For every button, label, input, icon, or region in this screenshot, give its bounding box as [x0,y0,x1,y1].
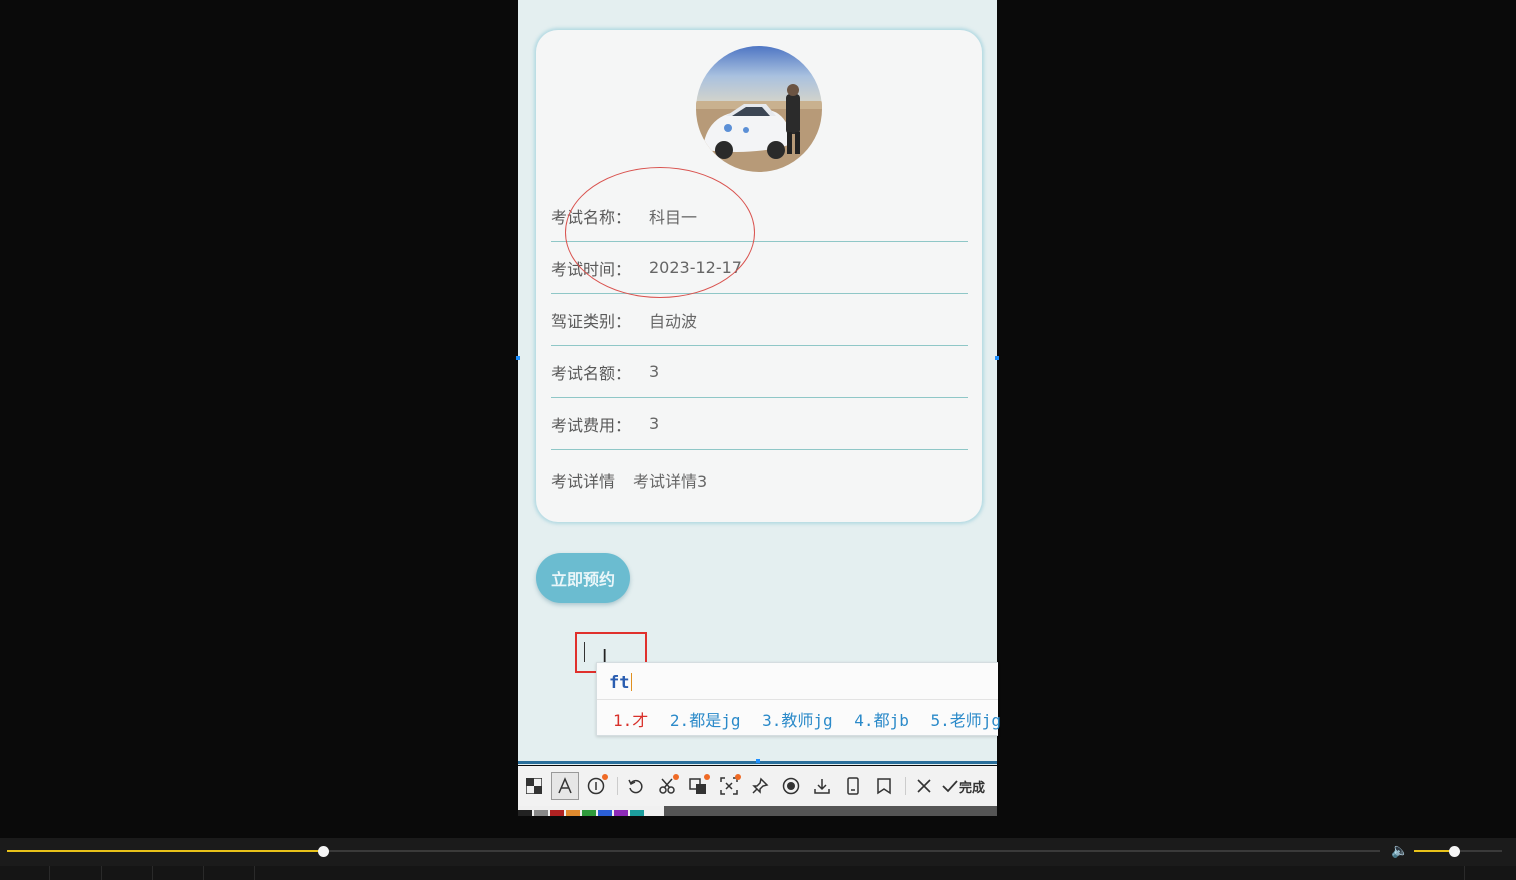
book-now-button[interactable]: 立即预约 [536,553,630,603]
resize-handle[interactable] [995,356,999,360]
color-palette[interactable] [518,806,664,816]
ime-candidate[interactable]: 4.都jb [854,711,909,730]
ime-candidate-list: 1.才 2.都是jg 3.教师jg 4.都jb 5.老师jg [613,707,1013,731]
info-label: 考试详情 [551,472,616,491]
screenshot-icon[interactable] [715,772,743,800]
volume-icon[interactable]: 🔈 [1391,843,1408,859]
player-bottom-strip [0,866,1516,880]
info-label: 考试名额： [551,363,632,383]
resize-handle[interactable] [756,759,760,763]
undo-icon[interactable] [622,772,650,800]
ime-candidate[interactable]: 5.老师jg [930,711,1001,730]
bookmark-icon[interactable] [870,772,898,800]
progress-knob[interactable] [317,846,329,857]
resize-handle[interactable] [516,356,520,360]
ime-candidate-window: ft 1.才 2.都是jg 3.教师jg 4.都jb 5.老师jg [596,662,1001,736]
check-icon [942,780,958,793]
pin-icon[interactable] [746,772,774,800]
info-row-details: 考试详情 考试详情3 [551,450,968,510]
save-icon[interactable] [839,772,867,800]
info-row-license-type: 驾证类别： 自动波 [551,294,968,346]
ime-candidate[interactable]: 1.才 [613,711,648,730]
info-value: 自动波 [649,311,698,331]
exam-cover-image [696,46,822,172]
annotation-ellipse[interactable] [565,167,755,298]
info-label: 考试费用： [551,415,632,435]
volume-knob[interactable] [1448,846,1460,857]
capture-toolbar: 完成 [518,766,997,806]
ime-candidate[interactable]: 3.教师jg [762,711,833,730]
close-icon[interactable] [910,772,938,800]
progress-fill [7,850,323,852]
info-value: 3 [649,414,660,433]
palette-panel-background [664,806,997,816]
volume-fill [1414,850,1454,852]
number-icon[interactable] [582,772,610,800]
info-row-fee: 考试费用： 3 [551,398,968,450]
record-icon[interactable] [777,772,805,800]
info-label: 驾证类别： [551,311,632,331]
text-icon[interactable] [551,772,579,800]
info-value: 3 [649,362,660,381]
ime-candidate[interactable]: 2.都是jg [670,711,741,730]
info-row-quota: 考试名额： 3 [551,346,968,398]
download-icon[interactable] [808,772,836,800]
done-label: 完成 [959,780,986,796]
scissors-icon[interactable] [653,772,681,800]
done-button[interactable]: 完成 [941,777,985,796]
ime-pinyin-input: ft [609,673,633,693]
info-value: 考试详情3 [633,472,708,491]
mosaic-icon[interactable] [520,772,548,800]
text-caret [584,642,585,662]
translate-icon[interactable] [684,772,712,800]
